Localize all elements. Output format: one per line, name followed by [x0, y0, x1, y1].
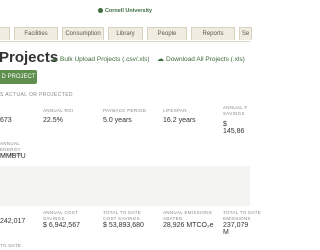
metric-value: 28,926 MTCO₂e: [163, 222, 214, 229]
brand-name: Cornell University: [104, 8, 153, 14]
page-title: Projects: [0, 49, 59, 66]
brand[interactable]: Cornell University: [0, 8, 250, 14]
footer-label: TO DATE: [0, 243, 22, 248]
cloud-upload-icon: ☁: [51, 56, 58, 63]
cloud-download-icon: ☁: [157, 56, 164, 63]
tab-people[interactable]: People: [147, 27, 187, 40]
metric-label: PAYBACK PERIOD: [103, 108, 147, 113]
download-all-label: Download All Projects (.xls): [166, 56, 245, 63]
metric-value: $ 6,942,567: [43, 222, 80, 229]
bulk-upload-link[interactable]: ☁ Bulk Upload Projects (.csv/.xls): [51, 55, 150, 63]
metric-label: LIFESPAN: [163, 108, 187, 113]
bulk-upload-label: Bulk Upload Projects (.csv/.xls): [60, 56, 150, 63]
metric-value: 673: [0, 117, 12, 124]
nav-tabs: Facilities Consumption Library People Re…: [0, 27, 252, 42]
metric-label: ANNUAL F SAVINGS: [223, 105, 248, 116]
metric-label: TOTAL TO DATE COST SAVINGS: [103, 210, 142, 221]
metric-label: ANNUAL ROI: [43, 108, 74, 113]
metric-value: $ 53,893,680: [103, 222, 144, 229]
metric-value: 16.2 years: [163, 117, 196, 124]
tab-library[interactable]: Library: [108, 27, 143, 40]
stats-band: [0, 166, 250, 206]
university-seal-icon: [97, 8, 103, 14]
metric-label: ANNUAL EMISSIONS ABATED: [163, 210, 213, 221]
metric-value: $ 145,86: [223, 121, 245, 135]
top-bar: Cornell University: [0, 0, 250, 26]
add-project-button[interactable]: D PROJECT: [0, 70, 37, 84]
tab-consumption[interactable]: Consumption: [62, 27, 104, 40]
tab-partial[interactable]: [0, 27, 10, 40]
section-label: S ACTUAL OR PROJECTED: [0, 92, 73, 98]
metric-value: 237,079 M: [223, 222, 249, 236]
metric-label: ANNUAL COST SAVINGS: [43, 210, 79, 221]
download-all-link[interactable]: ☁ Download All Projects (.xls): [157, 55, 245, 63]
tab-reports[interactable]: Reports: [191, 27, 235, 40]
metric-value: 22.5%: [43, 117, 63, 124]
tab-facilities[interactable]: Facilities: [14, 27, 58, 40]
metric-value: 5.0 years: [103, 117, 132, 124]
metric-value: MMBTU: [0, 153, 26, 160]
tab-settings[interactable]: Se: [239, 27, 252, 40]
metric-label: TOTAL TO DATE EMISSIONS: [223, 210, 262, 221]
metric-value: 242,017: [0, 218, 26, 225]
